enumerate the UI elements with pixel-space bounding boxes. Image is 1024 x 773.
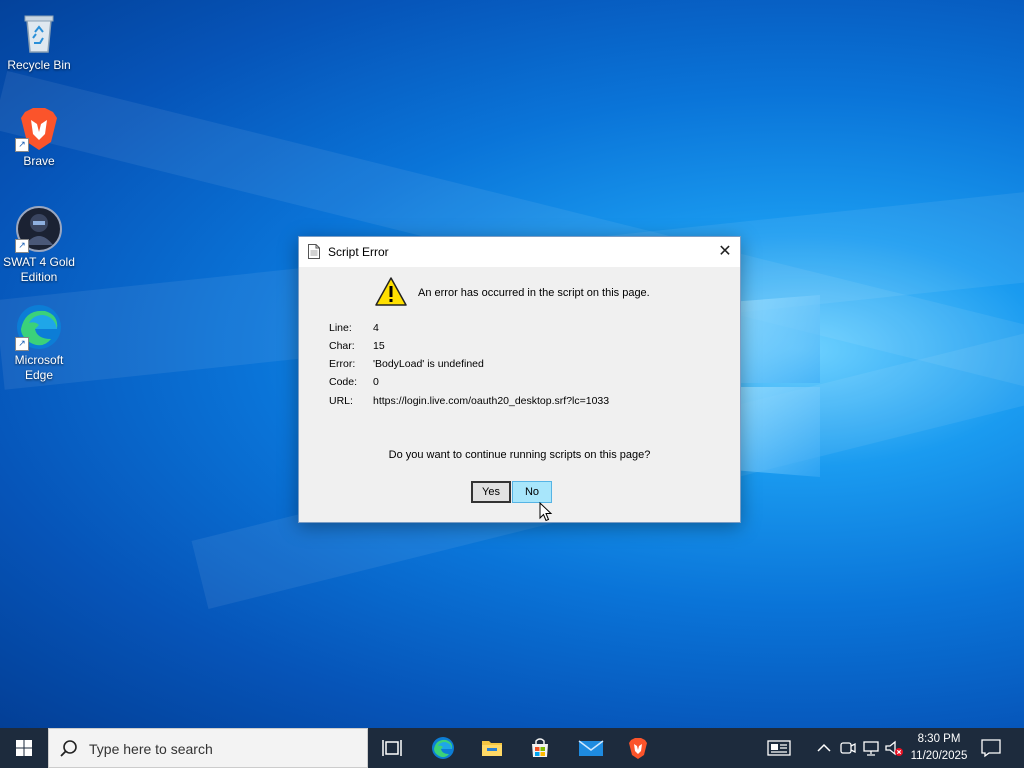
mail-icon bbox=[578, 740, 604, 756]
desktop-icon-edge[interactable]: ↗ Microsoft Edge bbox=[1, 303, 77, 383]
task-view-button[interactable] bbox=[368, 728, 416, 768]
search-icon bbox=[60, 740, 77, 757]
taskbar-file-explorer-button[interactable] bbox=[468, 728, 516, 768]
swat4-icon: ↗ bbox=[15, 205, 63, 253]
brave-icon bbox=[629, 738, 647, 759]
brave-icon: ↗ bbox=[15, 104, 63, 152]
desktop-icon-swat4[interactable]: ↗ SWAT 4 Gold Edition bbox=[1, 205, 77, 285]
dialog-titlebar[interactable]: Script Error ✕ bbox=[299, 237, 740, 267]
taskbar-store-button[interactable] bbox=[516, 728, 564, 768]
line-value: 4 bbox=[373, 322, 379, 334]
desktop-icon-brave[interactable]: ↗ Brave bbox=[1, 104, 77, 169]
script-error-dialog: Script Error ✕ An error has occurred in … bbox=[298, 236, 741, 523]
char-value: 15 bbox=[373, 340, 385, 352]
search-placeholder: Type here to search bbox=[89, 741, 213, 757]
close-button[interactable]: ✕ bbox=[710, 237, 740, 267]
error-value: 'BodyLoad' is undefined bbox=[373, 358, 484, 370]
line-label: Line: bbox=[329, 322, 352, 334]
desktop-icon-label: Brave bbox=[23, 154, 55, 168]
news-icon[interactable] bbox=[767, 738, 793, 758]
clock-date: 11/20/2025 bbox=[910, 750, 968, 762]
taskbar-clock[interactable]: 8:30 PM 11/20/2025 bbox=[904, 731, 974, 765]
char-label: Char: bbox=[329, 340, 355, 352]
document-icon bbox=[308, 244, 320, 259]
taskbar-brave-button[interactable] bbox=[614, 728, 662, 768]
recycle-bin-icon bbox=[15, 8, 63, 56]
meet-icon[interactable] bbox=[838, 738, 858, 758]
desktop-icon-label: Microsoft Edge bbox=[14, 353, 64, 382]
close-icon: ✕ bbox=[718, 243, 732, 260]
desktop-icon-recycle-bin[interactable]: Recycle Bin bbox=[1, 8, 77, 73]
desktop-icon-label: Recycle Bin bbox=[7, 58, 71, 72]
taskbar-search-box[interactable]: Type here to search bbox=[48, 728, 368, 768]
taskbar-edge-button[interactable] bbox=[419, 728, 467, 768]
file-explorer-icon bbox=[482, 741, 502, 756]
notification-center-icon[interactable] bbox=[980, 738, 1002, 758]
dialog-title: Script Error bbox=[328, 245, 389, 259]
code-label: Code: bbox=[329, 376, 358, 388]
shortcut-arrow-icon: ↗ bbox=[15, 239, 29, 253]
error-label: Error: bbox=[329, 358, 356, 370]
taskbar-mail-button[interactable] bbox=[566, 728, 614, 768]
no-button[interactable]: No bbox=[512, 481, 552, 503]
error-message: An error has occurred in the script on t… bbox=[418, 287, 650, 299]
shortcut-arrow-icon: ↗ bbox=[15, 337, 29, 351]
edge-icon: ↗ bbox=[15, 303, 63, 351]
store-icon bbox=[532, 738, 548, 757]
clock-time: 8:30 PM bbox=[917, 733, 961, 745]
code-value: 0 bbox=[373, 376, 379, 388]
shortcut-arrow-icon: ↗ bbox=[15, 138, 29, 152]
windows-logo-icon bbox=[16, 740, 32, 756]
url-value: https://login.live.com/oauth20_desktop.s… bbox=[373, 395, 610, 407]
task-view-icon bbox=[382, 740, 402, 756]
network-icon[interactable] bbox=[861, 738, 881, 758]
taskbar: Type here to search 8:30 PM 11/20/2025 bbox=[0, 728, 1024, 768]
edge-icon bbox=[432, 737, 454, 759]
start-button[interactable] bbox=[0, 728, 48, 768]
warning-icon bbox=[375, 277, 407, 306]
desktop-icon-label: SWAT 4 Gold Edition bbox=[3, 255, 75, 284]
url-label: URL: bbox=[329, 395, 353, 407]
yes-button[interactable]: Yes bbox=[471, 481, 511, 503]
windows-logo-backdrop bbox=[730, 285, 850, 485]
continue-question: Do you want to continue running scripts … bbox=[388, 449, 651, 461]
mouse-cursor-icon bbox=[539, 502, 553, 522]
volume-muted-icon[interactable] bbox=[884, 738, 904, 758]
chevron-up-icon[interactable] bbox=[814, 738, 834, 758]
